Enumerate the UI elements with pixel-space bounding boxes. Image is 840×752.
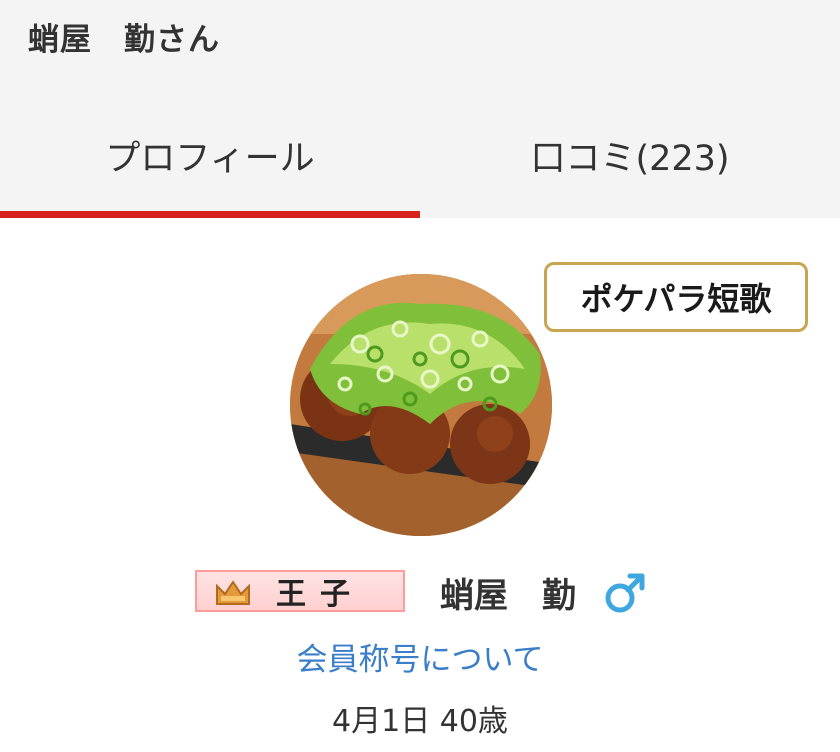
tab-bar: プロフィール 口コミ(223) (0, 96, 840, 218)
crown-icon (216, 580, 250, 605)
member-title-text: 王子 (276, 577, 364, 612)
header-bar: 蛸屋 勤さん プロフィール 口コミ(223) (0, 0, 840, 218)
page-title: 蛸屋 勤さん (28, 22, 220, 58)
user-name: 蛸屋 勤 (440, 576, 576, 616)
member-title-badge: 王子 (195, 570, 405, 612)
male-icon (605, 573, 645, 613)
tab-reviews[interactable]: 口コミ(223) (420, 96, 840, 218)
avatar (290, 274, 552, 536)
member-title-info-link[interactable]: 会員称号について (0, 634, 840, 679)
birthday-age: 4月1日 40歳 (332, 704, 508, 739)
tanka-badge-button[interactable]: ポケパラ短歌 (544, 262, 808, 332)
name-row: 王子 蛸屋 勤 (0, 568, 840, 616)
tab-profile[interactable]: プロフィール (0, 96, 420, 218)
